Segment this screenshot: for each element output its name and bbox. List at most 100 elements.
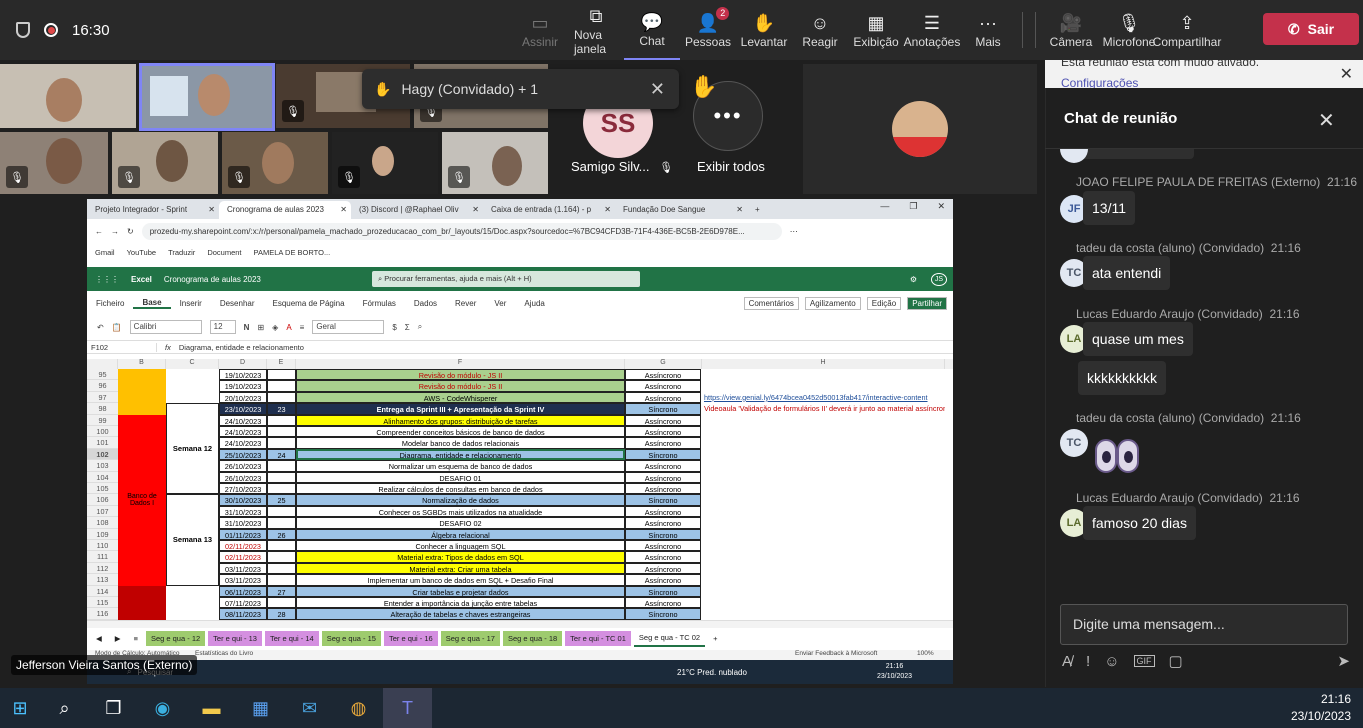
toolbar-button-mic-off[interactable]: 🎙 Microfone [1100,0,1158,60]
format-icon[interactable]: A̸ [1062,653,1072,670]
browser-tab[interactable]: (3) Discord | @Raphael Oliv ✕ [351,201,483,219]
row-number[interactable]: 111 [87,551,118,563]
back-icon[interactable]: ← [95,227,103,236]
table-row[interactable]: 96 19/10/2023 Revisão do módulo - JS II Ass… [87,380,945,392]
task-view-icon[interactable]: ❐ [89,688,138,728]
avatar[interactable]: TC [1060,429,1088,457]
spreadsheet-grid[interactable]: Banco de Dados I Semana 12 Semana 13 95 1… [87,369,945,620]
system-clock[interactable]: 21:16 23/10/2023 [1291,691,1351,725]
row-number[interactable]: 112 [87,562,118,575]
row-number[interactable]: 115 [87,597,118,609]
table-row[interactable]: 108 31/10/2023 DESAFIO 02 Assíncrono [87,517,945,529]
column-header[interactable]: D [219,359,267,369]
emoji-icon[interactable]: ☺ [1104,653,1119,670]
doc-title[interactable]: Cronograma de aulas 2023 [164,275,261,284]
row-number[interactable]: 106 [87,494,118,506]
borders-icon[interactable]: ⊞ [257,323,264,332]
sheet-tab[interactable]: Seg e qua - 15 [321,630,381,646]
bookmark[interactable]: Document [207,248,241,257]
table-row[interactable]: 106 30/10/2023 25 Normalização de dados Sínc… [87,494,945,506]
menu-tab[interactable]: Dados [405,299,446,308]
bold-icon[interactable]: N [244,323,250,332]
row-number[interactable]: 109 [87,528,118,540]
table-row[interactable]: 105 27/10/2023 Realizar cálculos de consul… [87,483,945,495]
table-row[interactable]: 98 23/10/2023 23 Entrega da Sprint III + Ap… [87,403,945,415]
row-number[interactable]: 100 [87,426,118,438]
row-number[interactable]: 97 [87,391,118,404]
bookmark[interactable]: Gmail [95,248,115,257]
row-number[interactable]: 98 [87,403,118,415]
mail-icon[interactable]: ✉ [285,688,334,728]
table-row[interactable]: 104 26/10/2023 DESAFIO 01 Assíncrono [87,471,945,483]
close-icon[interactable]: ✕ [1340,64,1353,84]
windows-start-icon[interactable]: ⊞ [0,688,40,728]
bookmark[interactable]: YouTube [127,248,156,257]
menu-tab[interactable]: Inserir [171,299,211,308]
menu-action-button[interactable]: Comentários [743,296,799,310]
menu-action-button[interactable]: Edição [866,296,902,310]
important-icon[interactable]: ! [1086,653,1090,670]
table-row[interactable]: 112 03/11/2023 Material extra: Criar uma t… [87,562,945,575]
table-row[interactable]: 102 25/10/2023 24 Diagrama, entidade e rela… [87,448,945,461]
sheet-tab[interactable]: Seg e qua - 17 [440,630,500,646]
currency-icon[interactable]: $ [392,323,396,332]
close-icon[interactable]: ✕ [472,205,479,214]
toolbar-button-share-screen[interactable]: ▭ Assinir [512,0,568,60]
close-icon[interactable]: ✕ [937,201,945,212]
font-color-icon[interactable]: A [286,323,291,332]
menu-tab[interactable]: Ver [485,299,515,308]
avatar[interactable]: JS [930,272,947,286]
toolbar-button-react[interactable]: ☺ Reagir [792,0,848,60]
column-header[interactable]: G [625,359,702,369]
row-number[interactable]: 96 [87,380,118,392]
table-row[interactable]: 95 19/10/2023 Revisão do módulo - JS II Ass… [87,369,945,381]
file-explorer-icon[interactable]: ▬ [187,688,236,728]
column-header[interactable]: E [267,359,296,369]
app-launcher-icon[interactable]: ⋮⋮⋮ [95,275,119,284]
table-row[interactable]: 100 24/10/2023 Compreender conceitos básic… [87,426,945,438]
menu-tab[interactable]: Desenhar [211,299,264,308]
toolbar-button-view[interactable]: ▦ Exibição [848,0,904,60]
toolbar-button-notes[interactable]: ☰ Anotações [904,0,961,60]
row-number[interactable]: 104 [87,471,118,483]
search-icon[interactable]: ⌕ [40,688,89,728]
table-row[interactable]: 97 20/10/2023 AWS - CodeWhisperer Assíncron… [87,391,945,404]
menu-tab[interactable]: Rever [446,299,485,308]
reload-icon[interactable]: ↻ [127,227,134,236]
undo-icon[interactable]: ↶ [97,323,104,332]
sheet-tab[interactable]: Ter e qui - 16 [383,630,438,646]
table-row[interactable]: 115 07/11/2023 Entender a importância da j… [87,597,945,609]
toolbar-button-more[interactable]: ··· Mais [960,0,1016,60]
formula-input[interactable]: Diagrama, entidade e relacionamento [179,343,304,352]
toolbar-button-people[interactable]: 👤 2 Pessoas [680,0,736,60]
close-icon[interactable]: ✕ [736,205,743,214]
row-number[interactable]: 107 [87,505,118,518]
scroll-right-icon[interactable]: ▶ [110,631,126,646]
close-icon[interactable]: ✕ [650,79,665,100]
sheet-list-icon[interactable]: ≡ [129,631,143,646]
video-tile[interactable]: 🎙 [112,132,218,194]
new-tab-button[interactable]: + [747,201,767,219]
search-input[interactable]: ⌕ Procurar ferramentas, ajuda e mais (Al… [372,271,640,287]
maximize-icon[interactable]: ❐ [909,201,917,212]
menu-action-button[interactable]: Partilhar [907,296,947,310]
video-tile-active-speaker[interactable] [139,63,275,131]
row-number[interactable]: 99 [87,414,118,426]
bookmark[interactable]: PAMELA DE BORTO... [254,248,331,257]
fill-color-icon[interactable]: ◈ [272,323,278,332]
column-header[interactable]: F [296,359,625,369]
table-row[interactable]: 114 06/11/2023 27 Criar tabelas e projetar … [87,585,945,597]
video-tile[interactable] [0,64,136,128]
add-sheet-icon[interactable]: + [708,631,722,646]
store-icon[interactable]: ▦ [236,688,285,728]
font-size-select[interactable]: 12 [209,320,236,334]
column-header[interactable]: C [166,359,219,369]
menu-action-button[interactable]: Agilizamento [804,296,861,310]
close-icon[interactable]: ✕ [340,205,347,214]
row-number[interactable]: 108 [87,517,118,529]
teams-icon[interactable]: T [383,688,432,728]
close-icon[interactable]: ✕ [1318,108,1335,133]
close-icon[interactable]: ✕ [604,205,611,214]
table-row[interactable]: 116 08/11/2023 28 Alteração de tabelas e ch… [87,608,945,620]
table-row[interactable]: 109 01/11/2023 26 Álgebra relacional Síncron… [87,528,945,540]
